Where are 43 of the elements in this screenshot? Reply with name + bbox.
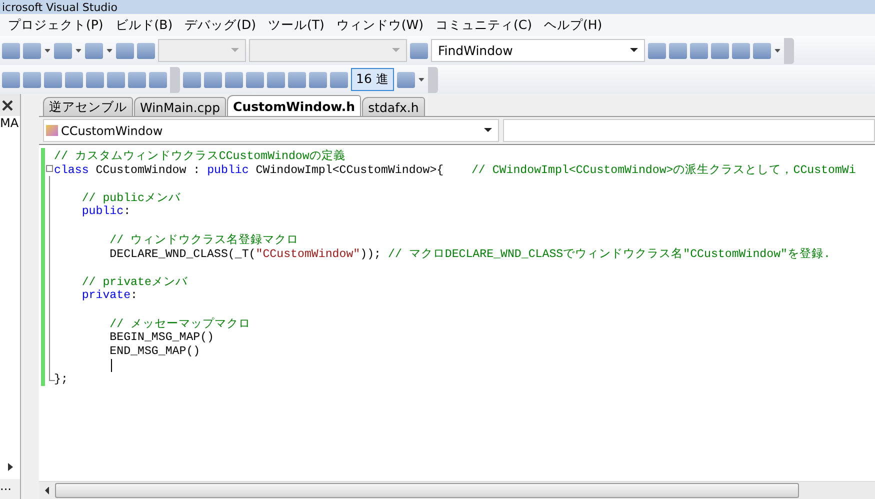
code-line: private: bbox=[80, 288, 138, 302]
code-line: class CCustomWindow : public CWindowImpl<CCustomWindow>{ // CWindowImpl<CCustomWindow>の派生クラスとして，CCustomWi bbox=[54, 162, 856, 176]
scroll-thumb[interactable] bbox=[55, 483, 799, 498]
code-line: // メッセーマップマクロ bbox=[108, 316, 251, 330]
collapse-icon[interactable] bbox=[46, 165, 53, 172]
caret-icon[interactable] bbox=[774, 48, 781, 52]
caret-icon[interactable] bbox=[75, 48, 82, 52]
find-combo[interactable]: FindWindow bbox=[431, 39, 645, 62]
menu-item[interactable]: デバッグ(D) bbox=[178, 16, 262, 34]
scroll-left-icon[interactable] bbox=[45, 486, 49, 494]
panel-text: MA bbox=[0, 116, 20, 130]
code-line: END_MSG_MAP() bbox=[108, 344, 200, 358]
menu-item[interactable]: プロジェクト(P) bbox=[2, 16, 110, 34]
scroll-right-icon[interactable] bbox=[8, 463, 13, 471]
menu-item[interactable]: ヘルプ(H) bbox=[538, 16, 608, 34]
class-dropdown[interactable]: CCustomWindow bbox=[43, 119, 499, 142]
file-tab[interactable]: stdafx.h bbox=[362, 97, 425, 116]
menu-item[interactable]: ウィンドウ(W) bbox=[330, 16, 430, 34]
file-tab[interactable]: CustomWindow.h bbox=[227, 95, 362, 116]
panel-footer-text: ... bbox=[0, 479, 20, 499]
code-line: // ウィンドウクラス名登録マクロ bbox=[108, 232, 299, 246]
code-line: public: bbox=[80, 204, 131, 218]
code-line: BEGIN_MSG_MAP() bbox=[108, 330, 214, 344]
file-tab[interactable]: 逆アセンブル bbox=[43, 97, 133, 116]
hex-toggle-button[interactable]: 16 進 bbox=[351, 68, 394, 91]
file-tab[interactable]: WinMain.cpp bbox=[134, 97, 226, 116]
window-title: icrosoft Visual Studio bbox=[1, 0, 118, 14]
horizontal-scrollbar[interactable] bbox=[39, 481, 875, 499]
caret-icon[interactable] bbox=[44, 48, 51, 52]
menu-item[interactable]: ビルド(B) bbox=[109, 16, 179, 34]
caret-icon[interactable] bbox=[106, 48, 113, 52]
code-line: // カスタムウィンドウクラスCCustomWindowの定義 bbox=[54, 148, 346, 162]
code-line: // privateメンバ bbox=[80, 274, 188, 288]
member-dropdown[interactable] bbox=[503, 119, 875, 142]
menu-item[interactable]: コミュニティ(C) bbox=[430, 16, 538, 34]
code-line: DECLARE_WND_CLASS(_T("CCustomWindow")); // マクロDECLARE_WND_CLASSでウィンドウクラス名"CCustomWindow"を登録. bbox=[108, 246, 830, 260]
close-icon[interactable] bbox=[2, 100, 13, 110]
caret-icon[interactable] bbox=[418, 78, 425, 82]
class-icon bbox=[46, 125, 58, 136]
code-line: }; bbox=[54, 372, 68, 386]
toolbar-overflow-icon[interactable] bbox=[170, 66, 180, 92]
code-line: // publicメンバ bbox=[80, 190, 180, 204]
menu-item[interactable]: ツール(T) bbox=[262, 16, 330, 34]
